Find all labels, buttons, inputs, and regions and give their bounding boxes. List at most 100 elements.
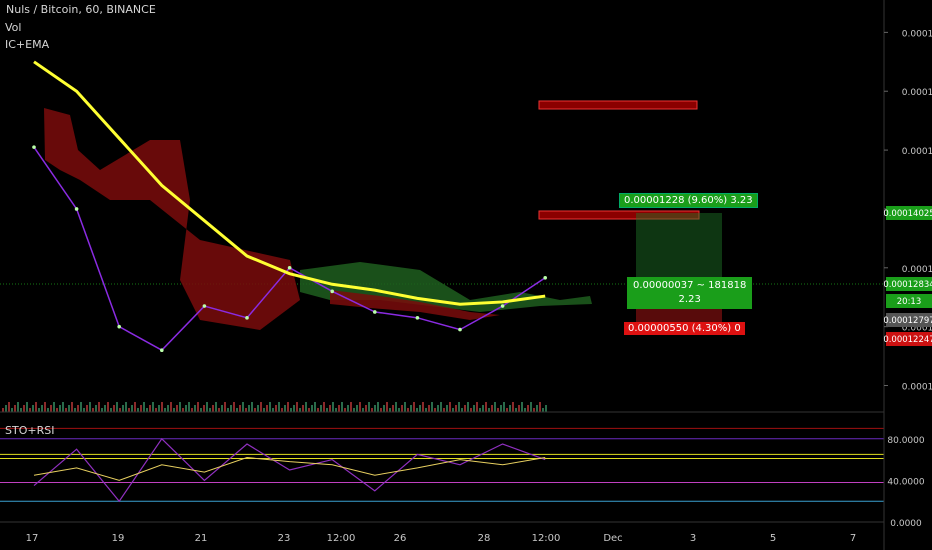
volume-bar (278, 402, 280, 412)
volume-bar (455, 405, 457, 412)
indicator-ic-ema-label[interactable]: IC+EMA (5, 38, 49, 51)
volume-bar (110, 408, 112, 412)
volume-bar (134, 402, 136, 412)
volume-bar (380, 408, 382, 412)
volume-bar (398, 408, 400, 412)
volume-bar (29, 408, 31, 412)
volume-bar (335, 408, 337, 412)
volume-bar (38, 408, 40, 412)
volume-bar (158, 405, 160, 412)
volume-bar (482, 405, 484, 412)
volume-bar (533, 408, 535, 412)
time-tick-label: 17 (26, 533, 39, 544)
volume-bar (341, 402, 343, 412)
volume-bar (413, 402, 415, 412)
price-point (117, 324, 121, 329)
volume-bar (191, 408, 193, 412)
volume-bar (374, 405, 376, 412)
volume-bar (473, 405, 475, 412)
time-tick-label: 23 (278, 533, 291, 544)
volume-bar (239, 405, 241, 412)
indicator-vol-label[interactable]: Vol (5, 21, 21, 34)
volume-bar (137, 408, 139, 412)
time-tick-label: 3 (690, 533, 696, 544)
price-point (330, 289, 335, 294)
price-tick-label: 0.00016000 (902, 88, 932, 98)
volume-bar (332, 402, 334, 412)
volume-bar (245, 408, 247, 412)
price-tag-label: 20:13 (897, 297, 922, 307)
volume-bar (188, 402, 190, 412)
volume-bar (515, 408, 517, 412)
volume-bar (8, 402, 10, 412)
volume-bar (182, 408, 184, 412)
volume-bar (260, 402, 262, 412)
position-target-area (636, 213, 722, 284)
volume-bar (107, 402, 109, 412)
volume-bar (395, 402, 397, 412)
osc-tick-label: 40.0000 (887, 477, 924, 487)
price-tag-label: 0.00012247 (883, 335, 932, 345)
volume-bar (92, 408, 94, 412)
volume-bar (434, 408, 436, 412)
volume-bar (95, 405, 97, 412)
resistance-zone-upper (538, 100, 698, 110)
volume-bar (35, 402, 37, 412)
volume-bar (215, 402, 217, 412)
volume-bar (392, 405, 394, 412)
chart-canvas[interactable]: 0.000170000.000160000.000150000.00014000… (0, 0, 932, 550)
volume-bar (176, 405, 178, 412)
volume-bar (161, 402, 163, 412)
volume-bar (98, 402, 100, 412)
volume-bar (11, 408, 13, 412)
price-tick-label: 0.00013000 (902, 265, 932, 275)
price-point (458, 327, 462, 332)
symbol-title: Nuls / Bitcoin, 60, BINANCE (6, 3, 156, 16)
price-tag-label: 0.00012834 (883, 280, 932, 290)
volume-bar (272, 408, 274, 412)
volume-bar (440, 402, 442, 412)
price-point (160, 348, 164, 353)
volume-bar (185, 405, 187, 412)
volume-bar (386, 402, 388, 412)
price-point (415, 316, 420, 320)
volume-bar (89, 402, 91, 412)
volume-bar (302, 405, 304, 412)
price-point (32, 145, 36, 149)
long-position-tool (636, 213, 722, 334)
volume-bar (407, 408, 409, 412)
volume-bar (512, 402, 514, 412)
volume-bar (104, 405, 106, 412)
price-tag-label: 0.00014025 (883, 209, 932, 219)
volume-bar (446, 405, 448, 412)
volume-bar (353, 408, 355, 412)
volume-bar (179, 402, 181, 412)
price-tick-label: 0.00015000 (902, 147, 932, 157)
volume-bar (125, 402, 127, 412)
position-center-line2: 2.23 (678, 294, 701, 305)
position-center-label: 0.00000037 ~ 181818 2.23 (627, 277, 753, 309)
volume-bar (230, 405, 232, 412)
volume-bar (194, 405, 196, 412)
osc-tick-label: 80.0000 (887, 436, 924, 446)
volume-bar (410, 405, 412, 412)
volume-bar (167, 405, 169, 412)
time-tick-label: 21 (195, 533, 208, 544)
price-point (74, 207, 79, 211)
volume-bar (71, 402, 73, 412)
volume-bar (293, 405, 295, 412)
volume-bar (2, 408, 4, 412)
volume-bar (200, 408, 202, 412)
volume-bar (350, 402, 352, 412)
oscillator-label[interactable]: STO+RSI (5, 424, 54, 437)
volume-bar (83, 408, 85, 412)
volume-bar (329, 405, 331, 412)
time-tick-label: 5 (770, 533, 776, 544)
volume-bar (20, 408, 22, 412)
volume-bar (308, 408, 310, 412)
volume-bar (41, 405, 43, 412)
volume-bar (509, 405, 511, 412)
volume-bar (359, 402, 361, 412)
volume-bar (464, 405, 466, 412)
volume-bar (59, 405, 61, 412)
